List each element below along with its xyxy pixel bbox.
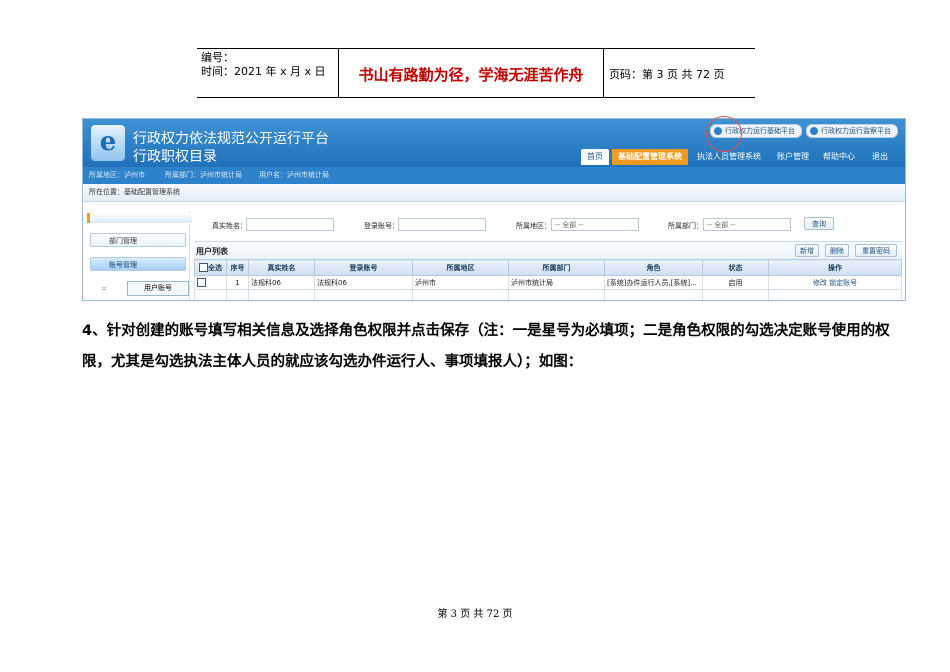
arrow-icon (810, 127, 818, 135)
table-header-row: 全选 序号 真实姓名 登录账号 所属地区 所属部门 角色 状态 操作 (194, 259, 902, 276)
column-header: 操作 (768, 259, 902, 276)
user-info-bar: 所属地区：泸州市 所属部门：泸州市统计局 用户名：泸州市统计局 (83, 167, 905, 184)
dept-label: 所属部门： (668, 222, 703, 230)
row-checkbox[interactable] (197, 278, 206, 287)
user-list-header: 用户列表 新增 删除 重置密码 (194, 241, 902, 260)
app-screenshot: e 行政权力依法规范公开运行平台 行政职权目录 行政权力运行基础平台 行政权力运… (82, 118, 906, 301)
table-cell: 启用 (702, 275, 769, 290)
nav-help-center[interactable]: 帮助中心 (823, 149, 855, 165)
table-cell: 法规科06 (314, 275, 413, 290)
row-select-cell[interactable] (194, 275, 227, 290)
header-motto: 书山有路勤为径，学海无涯苦作舟 (358, 66, 584, 84)
table-row (194, 289, 902, 300)
sidebar: 部门管理 账号管理 = 用户账号 (87, 211, 192, 300)
table-cell: 泸州市统计局 (508, 275, 605, 290)
info-dept: 所属部门：泸州市统计局 (165, 171, 242, 179)
column-header: 角色 (604, 259, 703, 276)
info-user: 用户名：泸州市统计局 (259, 171, 329, 179)
column-header: 所属部门 (508, 259, 605, 276)
delete-button[interactable]: 删除 (825, 244, 849, 257)
main-panel: 真实姓名： 登录账号： 所属地区： -- 全部 -- 所属部门： -- 全部 -… (194, 211, 902, 300)
sidebar-subitem-user-account[interactable]: 用户账号 (127, 281, 189, 296)
header-page-label: 页码：第 3 页 共 72 页 (609, 68, 725, 81)
nav-home[interactable]: 首页 (581, 149, 609, 165)
realname-label: 真实姓名： (212, 222, 247, 230)
select-all-header[interactable]: 全选 (194, 259, 227, 276)
region-label: 所属地区： (516, 222, 551, 230)
table-cell: 泸州市 (412, 275, 509, 290)
region-select[interactable]: -- 全部 -- (551, 218, 639, 231)
login-account-input[interactable] (398, 218, 486, 231)
top-link-label: 行政权力运行监察平台 (821, 127, 891, 135)
highlight-circle (706, 116, 742, 152)
breadcrumb-text: 所在位置：基础配置管理系统 (89, 188, 180, 196)
sidebar-item-label: 账号管理 (109, 261, 137, 269)
dept-select[interactable]: -- 全部 -- (703, 218, 791, 231)
column-header: 登录账号 (314, 259, 413, 276)
row-actions[interactable]: 修改 锁定账号 (768, 275, 902, 290)
bullet-icon: = (101, 285, 107, 293)
header-meta: 编号： 时间：2021 年 x 月 x 日 (201, 51, 326, 79)
table-cell: 法规科06 (248, 275, 315, 290)
realname-input[interactable] (246, 218, 334, 231)
document-header: 编号： 时间：2021 年 x 月 x 日 书山有路勤为径，学海无涯苦作舟 页码… (197, 48, 755, 98)
column-header: 序号 (226, 259, 249, 276)
table-cell: 1 (226, 275, 249, 290)
column-header: 全选 (208, 263, 222, 272)
app-subtitle: 行政职权目录 (133, 149, 217, 165)
sidebar-header (87, 213, 192, 223)
user-list-title: 用户列表 (196, 247, 228, 256)
column-header: 状态 (702, 259, 769, 276)
doc-date-label: 时间：2021 年 x 月 x 日 (201, 65, 326, 78)
sidebar-item-account-management[interactable]: 账号管理 (90, 257, 186, 271)
add-button[interactable]: 新增 (795, 244, 819, 257)
nav-basic-config[interactable]: 基础配置管理系统 (612, 149, 688, 165)
app-banner: e 行政权力依法规范公开运行平台 行政职权目录 行政权力运行基础平台 行政权力运… (83, 119, 905, 167)
instruction-paragraph: 4、针对创建的账号填写相关信息及选择角色权限并点击保存（注：一是星号为必填项；二… (82, 323, 890, 370)
doc-number-label: 编号： (201, 51, 234, 64)
top-link-supervision-platform[interactable]: 行政权力运行监察平台 (806, 124, 898, 138)
nav-account-management[interactable]: 账户管理 (777, 149, 809, 165)
sidebar-item-dept-management[interactable]: 部门管理 (90, 233, 186, 247)
user-table: 全选 序号 真实姓名 登录账号 所属地区 所属部门 角色 状态 操作 1 法规科… (194, 259, 902, 300)
sidebar-item-label: 部门管理 (109, 237, 137, 245)
reset-password-button[interactable]: 重置密码 (855, 244, 897, 257)
nav-logout[interactable]: 退出 (872, 149, 888, 165)
breadcrumb: 所在位置：基础配置管理系统 (83, 184, 905, 202)
page-footer: 第 3 页 共 72 页 (437, 609, 513, 620)
select-all-checkbox[interactable] (199, 263, 208, 272)
table-row: 1 法规科06 法规科06 泸州市 泸州市统计局 [系统]办件运行人员,[系统]… (194, 275, 902, 290)
app-title: 行政权力依法规范公开运行平台 (133, 131, 329, 147)
column-header: 真实姓名 (248, 259, 315, 276)
nav-enforcement-personnel[interactable]: 执法人员管理系统 (697, 149, 761, 165)
table-cell: [系统]办件运行人员,[系统]... (604, 275, 703, 290)
header-divider (603, 49, 604, 97)
app-logo-icon: e (91, 125, 125, 161)
info-region: 所属地区：泸州市 (89, 171, 145, 179)
query-button[interactable]: 查询 (804, 217, 834, 230)
login-account-label: 登录账号： (364, 222, 399, 230)
column-header: 所属地区 (412, 259, 509, 276)
